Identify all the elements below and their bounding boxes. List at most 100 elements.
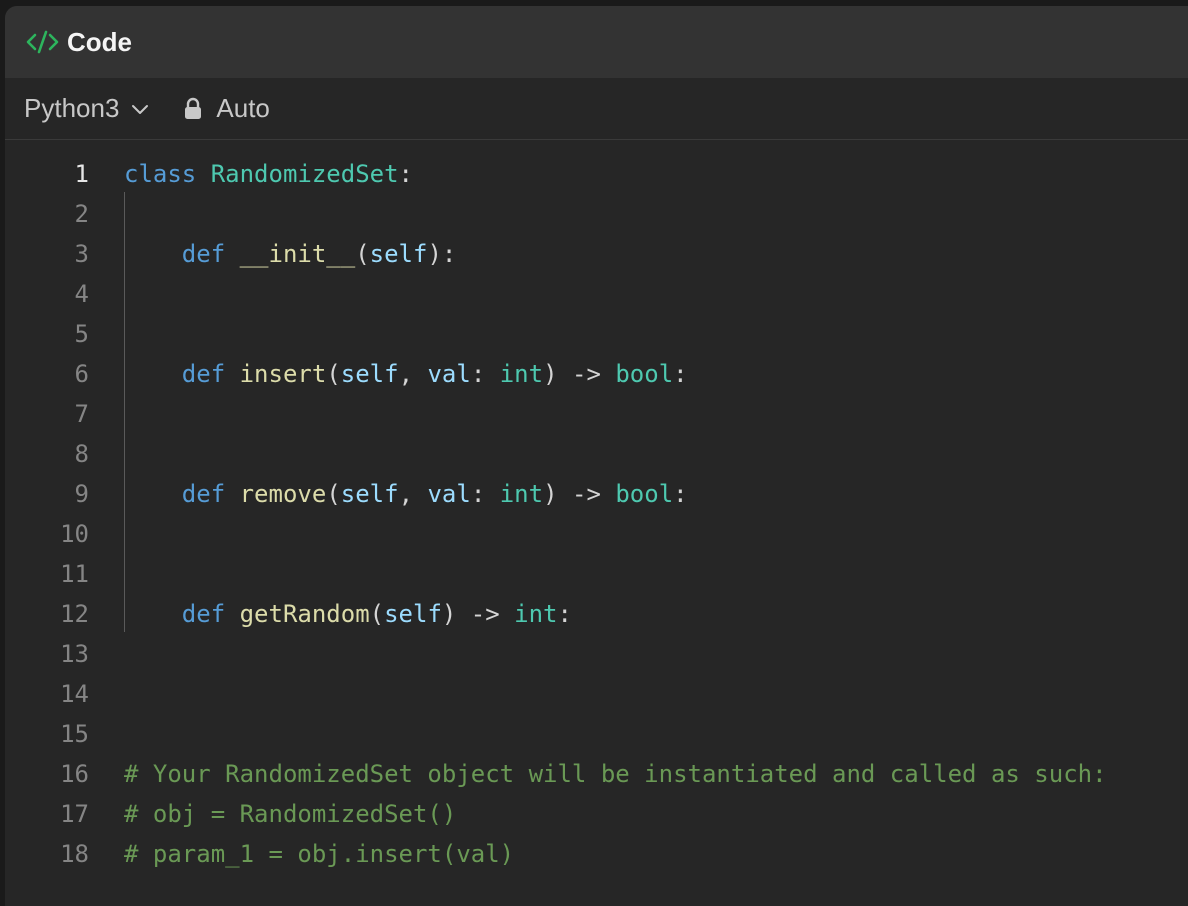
line-number: 6 bbox=[74, 360, 89, 388]
line-content[interactable]: # Your RandomizedSet object will be inst… bbox=[89, 754, 1107, 794]
code-line-16: 16 # Your RandomizedSet object will be i… bbox=[5, 754, 1188, 794]
punctuation: ) -> bbox=[543, 360, 616, 388]
punctuation: ( bbox=[355, 240, 370, 268]
code-editor[interactable]: 1 class RandomizedSet: 2 3 def __init__(… bbox=[5, 140, 1188, 874]
punctuation: : bbox=[398, 160, 413, 188]
keyword: def bbox=[181, 240, 226, 268]
line-number: 9 bbox=[74, 480, 89, 508]
punctuation: ) -> bbox=[543, 480, 616, 508]
mode-label: Auto bbox=[216, 93, 270, 123]
code-line-10: 10 bbox=[5, 514, 1188, 554]
code-line-13: 13 bbox=[5, 634, 1188, 674]
function-name: getRandom bbox=[239, 600, 370, 628]
line-content[interactable] bbox=[89, 274, 124, 314]
line-number: 11 bbox=[60, 560, 89, 588]
parameter: val bbox=[427, 480, 471, 508]
comment: # Your RandomizedSet object will be inst… bbox=[124, 760, 1107, 788]
type-name: bool bbox=[615, 480, 674, 508]
line-content[interactable] bbox=[89, 194, 124, 234]
line-number: 18 bbox=[60, 840, 89, 868]
punctuation: ( bbox=[326, 360, 341, 388]
panel-title: Code bbox=[67, 26, 132, 57]
line-number: 10 bbox=[60, 520, 89, 548]
function-name: __init__ bbox=[239, 240, 356, 268]
punctuation: : bbox=[470, 480, 500, 508]
line-number: 16 bbox=[60, 760, 89, 788]
self-param: self bbox=[340, 360, 399, 388]
punctuation: : bbox=[673, 480, 688, 508]
line-number: 17 bbox=[60, 800, 89, 828]
type-name: int bbox=[499, 360, 544, 388]
code-line-15: 15 bbox=[5, 714, 1188, 754]
code-line-18: 18 # param_1 = obj.insert(val) bbox=[5, 834, 1188, 874]
line-content[interactable] bbox=[89, 674, 124, 714]
code-line-8: 8 bbox=[5, 434, 1188, 474]
code-line-11: 11 bbox=[5, 554, 1188, 594]
line-content[interactable]: def remove(self, val: int) -> bool: bbox=[89, 474, 688, 514]
code-line-17: 17 # obj = RandomizedSet() bbox=[5, 794, 1188, 834]
self-param: self bbox=[369, 240, 428, 268]
line-content[interactable]: class RandomizedSet: bbox=[89, 154, 413, 194]
code-line-12: 12 def getRandom(self) -> int: bbox=[5, 594, 1188, 634]
mode-indicator[interactable]: Auto bbox=[183, 93, 270, 124]
punctuation: , bbox=[398, 360, 428, 388]
line-number: 13 bbox=[60, 640, 89, 668]
function-name: insert bbox=[239, 360, 327, 388]
code-panel: Code Python3 Auto 1 class RandomizedSet:… bbox=[5, 6, 1188, 906]
line-number: 7 bbox=[74, 400, 89, 428]
line-content[interactable] bbox=[89, 554, 124, 594]
self-param: self bbox=[340, 480, 399, 508]
line-content[interactable]: def __init__(self): bbox=[89, 234, 457, 274]
line-content[interactable] bbox=[89, 714, 124, 754]
line-content[interactable]: def insert(self, val: int) -> bool: bbox=[89, 354, 688, 394]
code-icon bbox=[25, 29, 63, 55]
line-content[interactable] bbox=[89, 434, 124, 474]
type-name: int bbox=[499, 480, 544, 508]
code-line-2: 2 bbox=[5, 194, 1188, 234]
line-content[interactable] bbox=[89, 394, 124, 434]
line-number: 14 bbox=[60, 680, 89, 708]
keyword: def bbox=[181, 600, 226, 628]
comment: # param_1 = obj.insert(val) bbox=[124, 840, 515, 868]
lock-icon bbox=[183, 96, 207, 122]
line-content[interactable]: # param_1 = obj.insert(val) bbox=[89, 834, 514, 874]
line-number: 15 bbox=[60, 720, 89, 748]
language-label: Python3 bbox=[24, 93, 120, 123]
line-content[interactable] bbox=[89, 634, 124, 674]
punctuation: : bbox=[557, 600, 572, 628]
punctuation: , bbox=[398, 480, 428, 508]
punctuation: ) -> bbox=[441, 600, 515, 628]
line-number: 12 bbox=[60, 600, 89, 628]
class-name: RandomizedSet bbox=[210, 160, 399, 188]
panel-titlebar: Code bbox=[5, 6, 1188, 78]
line-number: 5 bbox=[74, 320, 89, 348]
keyword: class bbox=[124, 160, 197, 188]
line-number: 3 bbox=[74, 240, 89, 268]
keyword: def bbox=[181, 360, 226, 388]
punctuation: ( bbox=[369, 600, 385, 628]
parameter: val bbox=[427, 360, 471, 388]
code-line-5: 5 bbox=[5, 314, 1188, 354]
code-line-3: 3 def __init__(self): bbox=[5, 234, 1188, 274]
line-number: 2 bbox=[74, 200, 89, 228]
line-content[interactable] bbox=[89, 514, 124, 554]
code-line-1: 1 class RandomizedSet: bbox=[5, 154, 1188, 194]
indent-guide bbox=[124, 192, 125, 632]
line-content[interactable] bbox=[89, 314, 124, 354]
punctuation: ( bbox=[326, 480, 341, 508]
line-content[interactable]: def getRandom(self) -> int: bbox=[89, 594, 572, 634]
code-line-6: 6 def insert(self, val: int) -> bool: bbox=[5, 354, 1188, 394]
line-content[interactable]: # obj = RandomizedSet() bbox=[89, 794, 456, 834]
line-number: 4 bbox=[74, 280, 89, 308]
chevron-down-icon bbox=[129, 97, 153, 121]
function-name: remove bbox=[239, 480, 327, 508]
language-select[interactable]: Python3 bbox=[24, 93, 153, 124]
line-number: 1 bbox=[74, 160, 89, 188]
